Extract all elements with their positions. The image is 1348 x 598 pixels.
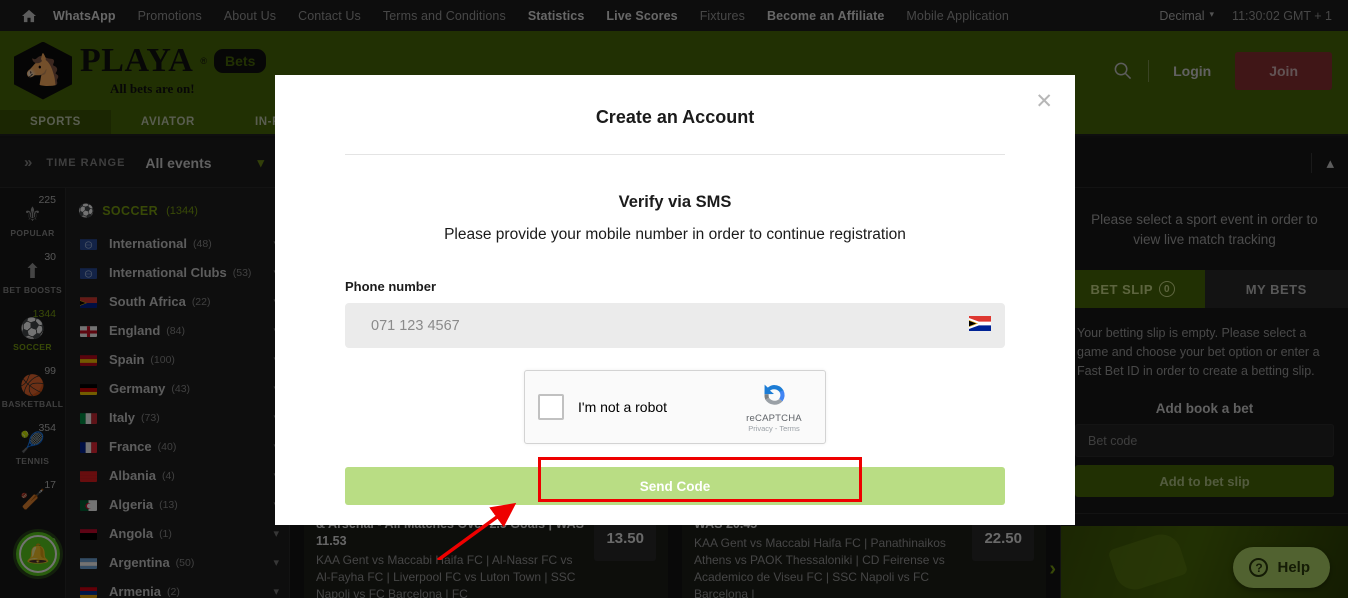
recaptcha-widget[interactable]: I'm not a robot reCAPTCHA Privacy - Term… [524, 370, 826, 444]
phone-number-input[interactable]: 071 123 4567 [345, 303, 1005, 348]
create-account-modal: ✕ Create an Account Verify via SMS Pleas… [275, 75, 1075, 525]
recaptcha-checkbox[interactable] [538, 394, 564, 420]
za-flag-icon [969, 315, 991, 336]
verify-sms-title: Verify via SMS [618, 193, 732, 211]
close-icon[interactable]: ✕ [1035, 91, 1053, 112]
verify-sms-subtitle: Please provide your mobile number in ord… [444, 226, 906, 243]
recaptcha-brand: reCAPTCHA Privacy - Terms [736, 381, 812, 433]
send-code-button[interactable]: Send Code [345, 467, 1005, 505]
recaptcha-brand-name: reCAPTCHA [746, 413, 802, 424]
phone-number-label: Phone number [345, 279, 437, 294]
recaptcha-terms[interactable]: Privacy - Terms [736, 424, 812, 433]
recaptcha-label: I'm not a robot [578, 399, 668, 415]
modal-divider [345, 154, 1005, 155]
phone-number-placeholder: 071 123 4567 [371, 317, 460, 334]
app-root: WhatsApp Promotions About Us Contact Us … [0, 0, 1348, 598]
recaptcha-logo-icon [759, 381, 789, 411]
modal-title: Create an Account [595, 107, 755, 127]
